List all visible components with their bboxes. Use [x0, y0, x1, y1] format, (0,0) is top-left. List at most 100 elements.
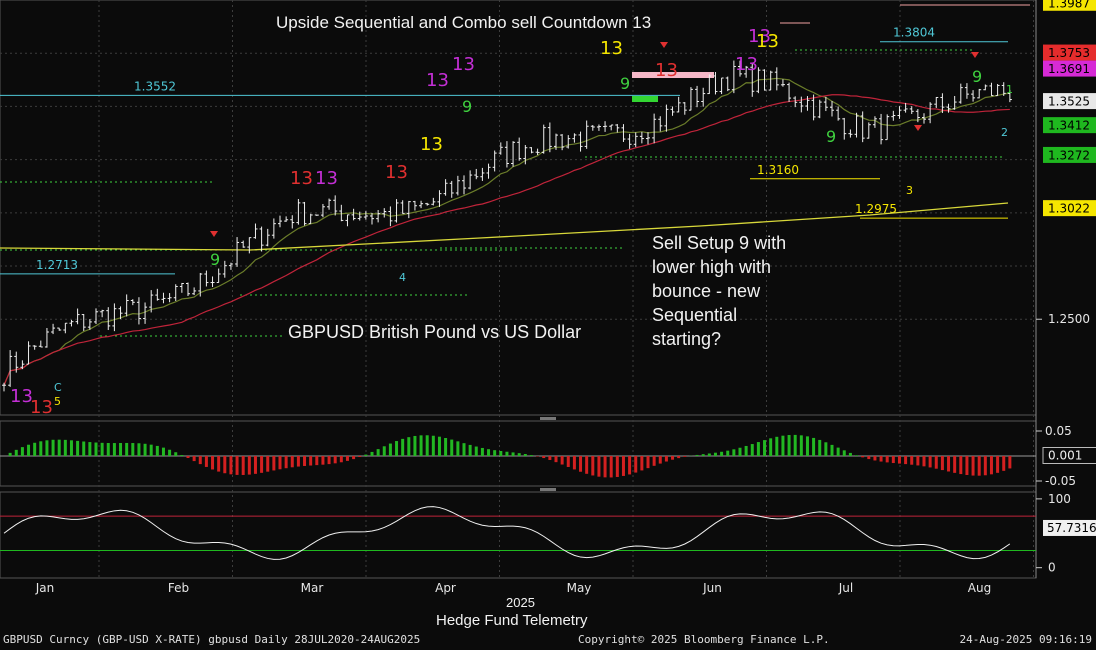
histogram-bar	[407, 437, 411, 456]
histogram-bar	[744, 445, 748, 456]
price-tick-label: 1.2500	[1048, 312, 1090, 326]
histogram-bar	[799, 435, 803, 456]
histogram-bar	[646, 456, 650, 469]
risk-level-bar	[632, 96, 658, 102]
histogram-bar	[1008, 456, 1012, 469]
histogram-bar	[787, 435, 791, 456]
histogram-bar	[763, 440, 767, 456]
histogram-bar	[996, 456, 1000, 473]
histogram-bar	[904, 456, 908, 465]
histogram-bar	[953, 456, 957, 473]
histogram-bar	[842, 450, 846, 456]
histogram-bar	[235, 456, 239, 475]
panel-splitter-grip	[540, 488, 556, 491]
histogram-bar	[701, 454, 705, 456]
td-count-label: 13	[315, 168, 338, 189]
month-tick-label: Jun	[702, 581, 722, 595]
price-badge-label: 1.3272	[1048, 148, 1090, 162]
td-count-label: 13	[426, 70, 449, 91]
histogram-bar	[161, 447, 165, 456]
histogram-bar	[529, 455, 533, 456]
histogram-bar	[879, 456, 883, 462]
sell-arrow-icon	[971, 52, 979, 58]
histogram-bar	[664, 456, 668, 462]
histogram-bar	[781, 435, 785, 456]
td-count-label: 2	[1001, 126, 1008, 139]
histogram-bar	[695, 454, 699, 456]
histogram-bar	[861, 456, 865, 458]
comment-box: Sell Setup 9 with lower high with bounce…	[652, 231, 786, 351]
price-badge-label: 1.3412	[1048, 119, 1090, 133]
level-label: 1.3804	[893, 26, 935, 40]
histogram-bar	[94, 442, 98, 456]
histogram-bar	[566, 456, 570, 467]
histogram-bar	[223, 456, 227, 474]
ticker-info: GBPUSD Curncy (GBP-USD X-RATE) gbpusd Da…	[3, 633, 421, 646]
histogram-bar	[462, 443, 466, 456]
histogram-bar	[1002, 456, 1006, 471]
momentum-histogram-panel: 0.05 -0.05 0.001	[0, 424, 1096, 488]
price-badges: 1.3987 1.3753 1.3691 1.3525 1.3412 1.3272 1.30…	[1043, 0, 1096, 217]
histogram-bar	[934, 456, 938, 469]
histogram-bar	[971, 456, 975, 476]
price-badge-label: 1.3691	[1048, 62, 1090, 76]
histogram-bar	[198, 456, 202, 465]
histogram-bar	[891, 456, 895, 464]
histogram-bar	[253, 456, 257, 474]
histogram-bar	[419, 435, 423, 456]
histogram-bar	[615, 456, 619, 477]
histogram-bar	[382, 446, 386, 456]
histogram-bar	[713, 452, 717, 456]
histogram-bar	[947, 456, 951, 472]
histogram-bar	[487, 449, 491, 456]
histogram-bar	[155, 445, 159, 456]
td-count-label: 13	[600, 38, 623, 59]
histogram-bar	[266, 456, 270, 472]
year-label: 2025	[506, 595, 535, 610]
oscillator-tick-label: 100	[1048, 492, 1071, 506]
histogram-bar	[585, 456, 589, 474]
histogram-bar	[321, 456, 325, 465]
histogram-bar	[591, 456, 595, 476]
histogram-bar	[609, 456, 613, 478]
histogram-bar	[983, 456, 987, 476]
month-tick-label: Jul	[838, 581, 853, 595]
histogram-bar	[376, 449, 380, 456]
histogram-bar	[959, 456, 963, 475]
histogram-bar	[732, 449, 736, 456]
histogram-bar	[560, 456, 564, 465]
histogram-bar	[873, 456, 877, 461]
histogram-bar	[836, 447, 840, 456]
td-count-label: 13	[655, 60, 678, 81]
histogram-bar	[395, 441, 399, 456]
td-count-label: C	[54, 381, 62, 394]
histogram-bar	[290, 456, 294, 468]
histogram-bar	[211, 456, 215, 470]
histogram-bar	[100, 442, 104, 456]
histogram-bar	[499, 451, 503, 456]
subtitle: Hedge Fund Telemetry	[436, 612, 588, 629]
histogram-bar	[247, 456, 251, 475]
histogram-bar	[848, 452, 852, 456]
histogram-bar	[542, 456, 546, 459]
histogram-bar	[204, 456, 208, 467]
histogram-bar	[793, 434, 797, 456]
histogram-bar	[180, 455, 184, 456]
histogram-bar	[897, 456, 901, 464]
td-count-label: 9	[462, 97, 472, 116]
histogram-bar	[57, 439, 61, 456]
histogram-bar	[364, 454, 368, 456]
oscillator-value-label: 57.7316	[1047, 521, 1096, 535]
histogram-bar	[928, 456, 932, 468]
histogram-bar	[413, 435, 417, 456]
histogram-bar	[131, 443, 135, 456]
timestamp: 24-Aug-2025 09:16:19	[959, 633, 1092, 646]
price-badge-label: 1.3525	[1048, 95, 1090, 109]
histogram-bar	[769, 438, 773, 456]
month-tick-label: May	[567, 581, 592, 595]
chart-title: Upside Sequential and Combo sell Countdo…	[276, 13, 652, 32]
histogram-bar	[517, 453, 521, 456]
histogram-bar	[910, 456, 914, 465]
td-count-label: 3	[906, 184, 913, 197]
histogram-bar	[720, 451, 724, 456]
